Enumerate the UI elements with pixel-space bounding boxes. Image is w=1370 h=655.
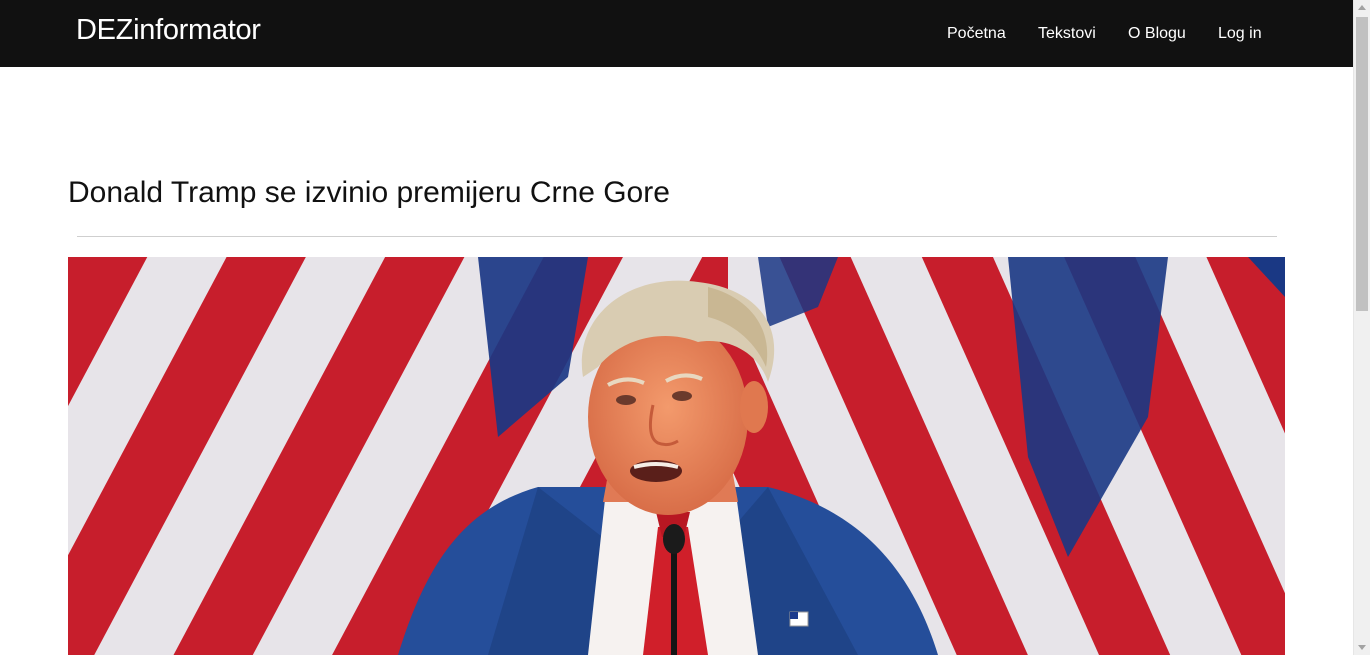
article-title: Donald Tramp se izvinio premijeru Crne G…: [68, 176, 670, 209]
nav-link-o-blogu[interactable]: O Blogu: [1128, 23, 1186, 45]
navbar: DEZinformator Početna Tekstovi O Blogu L…: [0, 0, 1353, 67]
page-scrollbar[interactable]: [1353, 0, 1370, 655]
scroll-up-arrow-icon[interactable]: [1358, 5, 1366, 10]
title-divider: [77, 236, 1277, 237]
article-hero-image: [68, 257, 1285, 655]
site-brand-link[interactable]: DEZinformator: [76, 12, 261, 48]
nav-link-pocetna[interactable]: Početna: [947, 23, 1006, 45]
nav-link-log-in[interactable]: Log in: [1218, 23, 1262, 45]
nav-link-tekstovi[interactable]: Tekstovi: [1038, 23, 1096, 45]
scrollbar-thumb[interactable]: [1356, 17, 1368, 311]
hero-image-illustration: [68, 257, 1285, 655]
scroll-down-arrow-icon[interactable]: [1358, 645, 1366, 650]
